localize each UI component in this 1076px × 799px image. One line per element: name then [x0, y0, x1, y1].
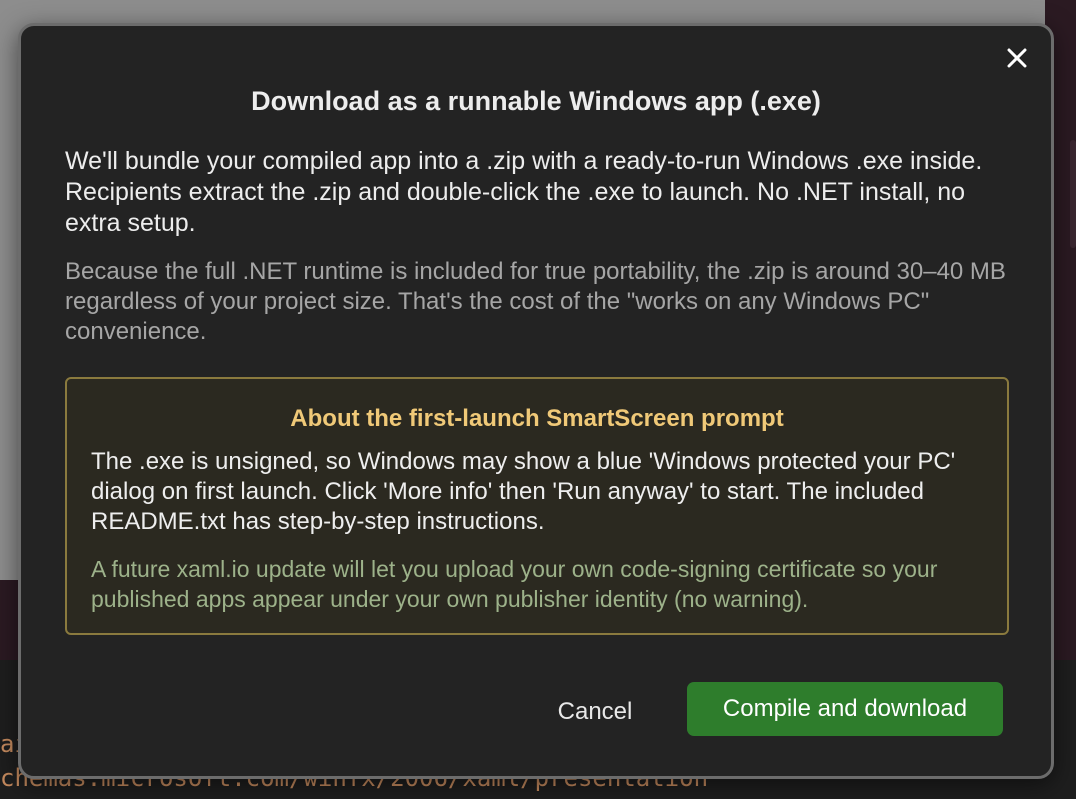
download-exe-dialog: Download as a runnable Windows app (.exe… — [18, 23, 1054, 779]
dialog-title: Download as a runnable Windows app (.exe… — [251, 86, 821, 116]
close-icon — [1007, 48, 1027, 68]
notice-body: The .exe is unsigned, so Windows may sho… — [91, 448, 956, 535]
notice-title: About the first-launch SmartScreen promp… — [290, 405, 784, 432]
notice-footnote: A future xaml.io update will let you upl… — [91, 556, 938, 612]
dialog-description: We'll bundle your compiled app into a .z… — [65, 147, 983, 237]
compile-and-download-button[interactable]: Compile and download — [687, 682, 1003, 736]
close-button[interactable] — [1001, 42, 1033, 74]
background-scrollbar — [1070, 140, 1076, 248]
dialog-size-note: Because the full .NET runtime is include… — [65, 258, 1006, 345]
smartscreen-notice: About the first-launch SmartScreen promp… — [65, 377, 1009, 635]
cancel-button[interactable]: Cancel — [535, 686, 655, 738]
